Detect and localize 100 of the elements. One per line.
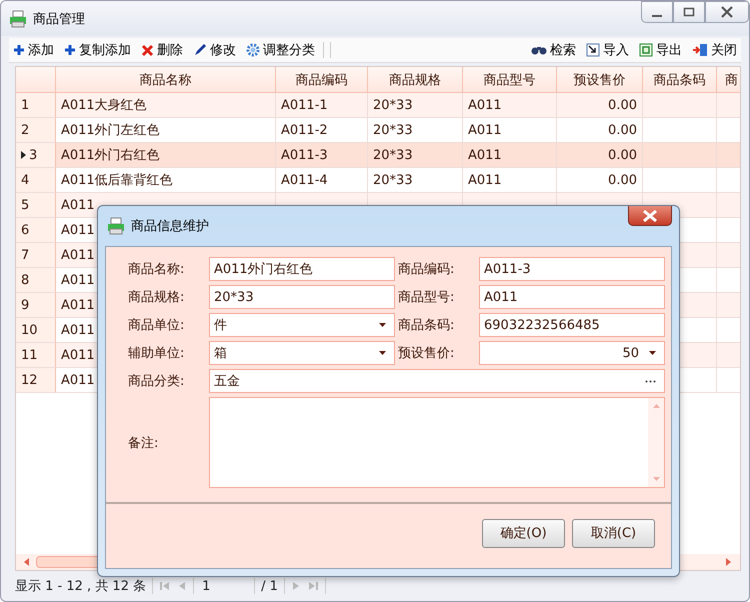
field-label: 商品规格: xyxy=(128,289,186,306)
input-field[interactable]: A011-3 xyxy=(479,257,665,281)
printer-icon xyxy=(107,217,125,235)
field-label: 商品条码: xyxy=(398,317,456,334)
number-field[interactable]: 50 xyxy=(479,341,665,365)
field-label: 商品型号: xyxy=(398,289,456,306)
table-row[interactable]: 2 A011外门左红色 A011-2 20*33 A011 0.00 xyxy=(16,118,740,143)
dropdown-field[interactable]: 件 xyxy=(209,313,395,337)
window-title: 商品管理 xyxy=(33,10,85,28)
row-number: 8 xyxy=(21,272,30,288)
table-cell: 20*33 xyxy=(373,122,413,138)
scroll-right-icon[interactable] xyxy=(726,558,732,566)
dropdown-field[interactable]: 箱 xyxy=(209,341,395,365)
page-total: / 1 xyxy=(261,578,278,594)
table-cell: 0.00 xyxy=(608,122,637,138)
scroll-up-icon[interactable] xyxy=(652,404,660,408)
toolbar-button[interactable]: 导入 xyxy=(582,39,633,61)
table-row[interactable]: 4 A011低后靠背红色 A011-4 20*33 A011 0.00 xyxy=(16,168,740,193)
field-label: 辅助单位: xyxy=(128,345,186,362)
input-field[interactable]: A011外门右红色 xyxy=(209,257,395,281)
toolbar-button[interactable]: 添加 xyxy=(9,39,58,61)
toolbar-button[interactable]: 调整分类 xyxy=(242,39,319,61)
table-cell: A011-3 xyxy=(281,148,328,162)
scroll-down-icon[interactable] xyxy=(652,477,660,481)
row-number: 4 xyxy=(21,172,30,188)
table-cell: A011 xyxy=(61,348,95,362)
row-number: 11 xyxy=(21,348,38,362)
ellipsis-icon xyxy=(645,380,656,382)
close-button[interactable] xyxy=(628,206,672,226)
maximize-button[interactable] xyxy=(673,1,705,23)
table-cell: A011 xyxy=(61,222,95,238)
next-page-icon[interactable] xyxy=(290,581,301,591)
previous-page-icon[interactable] xyxy=(177,581,188,591)
close-icon xyxy=(642,210,658,222)
toolbar-button[interactable]: 导出 xyxy=(635,39,686,61)
row-number: 2 xyxy=(21,122,30,138)
record-summary: 显示 1 - 12 , 共 12 条 xyxy=(15,578,146,595)
table-cell: 0.00 xyxy=(608,172,637,188)
table-cell: A011-4 xyxy=(281,172,328,188)
scroll-left-icon[interactable] xyxy=(24,558,30,566)
dialog-title: 商品信息维护 xyxy=(131,218,209,235)
table-cell-text: A011大身红色 xyxy=(61,97,147,114)
table-cell: A011 xyxy=(61,272,95,288)
table-cell: A011 xyxy=(468,148,502,162)
table-cell: A011 xyxy=(61,248,95,262)
field-label: 商品编码: xyxy=(398,261,456,278)
input-field[interactable]: 20*33 xyxy=(209,285,395,309)
plus-icon xyxy=(13,44,25,56)
row-number: 7 xyxy=(21,248,30,262)
cross-icon xyxy=(141,44,154,56)
row-number: 1 xyxy=(21,98,30,112)
last-page-icon[interactable] xyxy=(306,581,319,591)
row-number: 5 xyxy=(21,198,30,212)
export-icon xyxy=(639,43,653,57)
table-cell: 0.00 xyxy=(608,98,637,112)
table-cell: 20*33 xyxy=(373,172,413,188)
exit-icon xyxy=(692,43,708,57)
field-label: 商品名称: xyxy=(128,261,186,278)
gear-icon xyxy=(246,43,260,57)
table-cell-text: A011低后靠背红色 xyxy=(61,172,173,189)
toolbar-button[interactable]: 复制添加 xyxy=(60,39,135,61)
picker-field[interactable]: 五金 xyxy=(209,369,665,393)
plus-icon xyxy=(64,44,76,56)
dialog-button[interactable]: 取消(C) xyxy=(572,518,655,548)
toolbar-button[interactable]: 关闭 xyxy=(688,39,741,61)
remarks-field[interactable] xyxy=(209,397,665,488)
table-cell: A011 xyxy=(61,322,95,338)
first-page-icon[interactable] xyxy=(159,581,172,591)
import-icon xyxy=(586,43,600,57)
field-label: 预设售价: xyxy=(398,345,456,362)
input-field[interactable]: 69032232566485 xyxy=(479,313,665,337)
toolbar-button[interactable]: 检索 xyxy=(527,39,580,61)
pen-icon xyxy=(193,43,207,57)
dialog-button[interactable]: 确定(O) xyxy=(482,518,565,548)
dropdown-arrow-icon xyxy=(379,323,386,327)
field-label: 商品单位: xyxy=(128,317,186,334)
close-button[interactable] xyxy=(705,1,749,23)
field-label: 商品分类: xyxy=(128,373,186,390)
table-row[interactable]: 3 A011外门右红色 A011-3 20*33 A011 0.00 xyxy=(16,143,740,168)
table-cell-text: A011外门左红色 xyxy=(61,122,160,139)
toolbar-button[interactable]: 删除 xyxy=(137,39,187,61)
input-field[interactable]: A011 xyxy=(479,285,665,309)
toolbar-button[interactable]: 修改 xyxy=(189,39,240,61)
minimize-button[interactable] xyxy=(641,1,673,23)
table-cell: A011 xyxy=(61,298,95,312)
table-cell: A011-1 xyxy=(281,98,328,112)
field-label: 备注: xyxy=(128,434,160,452)
table-row[interactable]: 1 A011大身红色 A011-1 20*33 A011 0.00 xyxy=(16,93,740,118)
row-number: 10 xyxy=(21,322,38,338)
binoculars-icon xyxy=(531,44,547,56)
row-number: 9 xyxy=(21,298,30,312)
minimize-icon xyxy=(652,15,662,17)
printer-icon xyxy=(9,10,27,28)
close-icon xyxy=(720,6,734,18)
table-cell: 20*33 xyxy=(373,98,413,112)
table-cell: A011 xyxy=(468,98,502,112)
table-cell: 0.00 xyxy=(608,148,637,162)
page-field[interactable]: 1 xyxy=(200,578,248,594)
dropdown-arrow-icon xyxy=(649,351,656,355)
row-number: 6 xyxy=(21,222,30,238)
